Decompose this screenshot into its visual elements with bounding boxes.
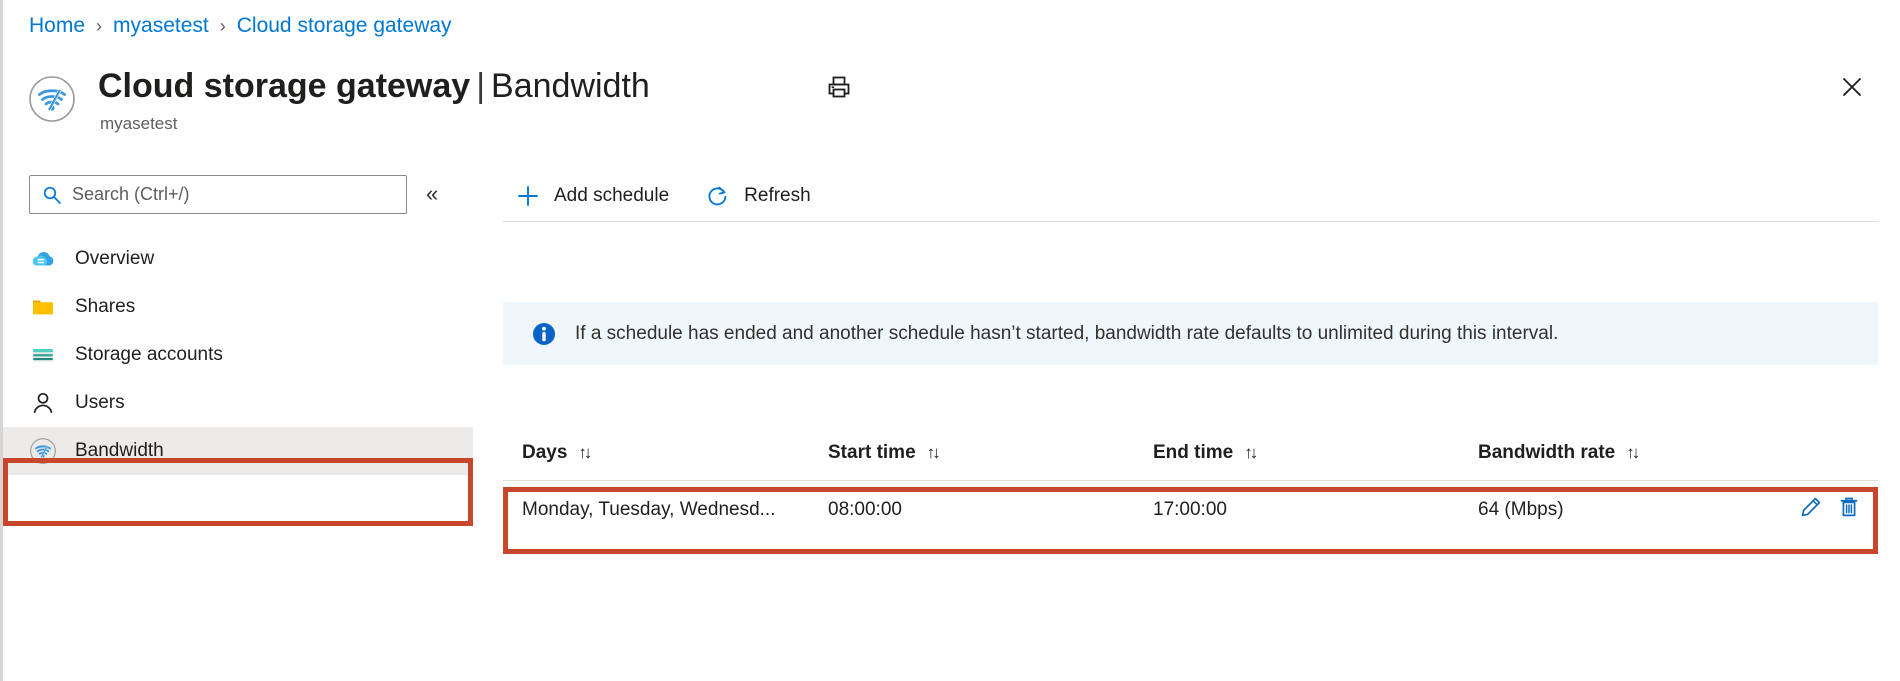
column-header-days[interactable]: Days ↑↓ bbox=[503, 442, 828, 464]
info-banner: If a schedule has ended and another sche… bbox=[503, 302, 1878, 365]
page-subtitle: myasetest bbox=[100, 114, 178, 133]
cell-end-time: 17:00:00 bbox=[1153, 498, 1227, 520]
breadcrumb-item-myasetest[interactable]: myasetest bbox=[113, 13, 209, 39]
table-row[interactable]: Monday, Tuesday, Wednesd... 08:00:00 17:… bbox=[503, 481, 1878, 538]
sidebar-item-label: Users bbox=[75, 392, 125, 413]
plus-icon bbox=[515, 183, 541, 209]
search-box[interactable] bbox=[29, 175, 407, 214]
cell-days: Monday, Tuesday, Wednesd... bbox=[522, 498, 776, 520]
trash-icon bbox=[1837, 495, 1861, 525]
breadcrumb: Home › myasetest › Cloud storage gateway bbox=[29, 13, 452, 39]
column-header-label: Start time bbox=[828, 441, 916, 463]
column-header-bandwidth-rate[interactable]: Bandwidth rate ↑↓ bbox=[1478, 442, 1778, 464]
sidebar-item-label: Shares bbox=[75, 296, 136, 317]
close-button[interactable] bbox=[1833, 70, 1871, 108]
chevron-right-icon: › bbox=[219, 16, 226, 36]
folder-icon bbox=[29, 293, 57, 321]
add-schedule-button[interactable]: Add schedule bbox=[503, 176, 681, 216]
sidebar-item-label: Storage accounts bbox=[75, 344, 223, 365]
cell-bandwidth-rate: 64 (Mbps) bbox=[1478, 498, 1564, 520]
add-schedule-label: Add schedule bbox=[554, 184, 670, 206]
command-bar: Add schedule Refresh bbox=[503, 170, 1878, 222]
sidebar-item-shares[interactable]: Shares bbox=[3, 283, 473, 331]
breadcrumb-item-home[interactable]: Home bbox=[29, 13, 85, 39]
pencil-icon bbox=[1799, 495, 1823, 525]
breadcrumb-item-cloud-storage-gateway[interactable]: Cloud storage gateway bbox=[237, 13, 452, 39]
collapse-sidebar-button[interactable]: « bbox=[426, 178, 438, 210]
sidebar-item-users[interactable]: Users bbox=[3, 379, 473, 427]
table-header-row: Days ↑↓ Start time ↑↓ End time ↑↓ Bandwi… bbox=[503, 425, 1878, 481]
column-header-end-time[interactable]: End time ↑↓ bbox=[1153, 442, 1478, 464]
page-title: Cloud storage gateway | Bandwidth bbox=[98, 64, 650, 108]
chevron-right-icon: › bbox=[96, 16, 103, 36]
storage-account-icon bbox=[29, 341, 57, 369]
cell-start-time: 08:00:00 bbox=[828, 498, 902, 520]
delete-schedule-button[interactable] bbox=[1832, 493, 1866, 527]
user-icon bbox=[29, 389, 57, 417]
sidebar-item-storage-accounts[interactable]: Storage accounts bbox=[3, 331, 473, 379]
cloud-icon bbox=[29, 245, 57, 273]
page-title-section: Bandwidth bbox=[491, 67, 650, 105]
info-icon bbox=[531, 321, 557, 347]
column-header-label: Days bbox=[522, 441, 568, 463]
bandwidth-icon bbox=[29, 437, 57, 465]
azure-portal-blade: Home › myasetest › Cloud storage gateway… bbox=[0, 0, 1900, 681]
page-title-resource: Cloud storage gateway bbox=[98, 67, 471, 105]
sidebar-item-overview[interactable]: Overview bbox=[3, 235, 473, 283]
cloud-storage-gateway-icon bbox=[27, 74, 77, 124]
edit-schedule-button[interactable] bbox=[1794, 493, 1828, 527]
info-banner-message: If a schedule has ended and another sche… bbox=[575, 322, 1559, 344]
sidebar-item-label: Bandwidth bbox=[75, 440, 164, 461]
print-button[interactable] bbox=[820, 70, 858, 108]
sidebar-nav: Overview Shares Storage accounts Users B… bbox=[3, 235, 473, 475]
column-header-label: End time bbox=[1153, 441, 1234, 463]
sidebar-item-label: Overview bbox=[75, 248, 155, 269]
bandwidth-schedule-table: Days ↑↓ Start time ↑↓ End time ↑↓ Bandwi… bbox=[503, 425, 1878, 538]
column-header-label: Bandwidth rate bbox=[1478, 441, 1616, 463]
search-input[interactable] bbox=[72, 184, 372, 205]
sort-icon: ↑↓ bbox=[1626, 442, 1640, 462]
sort-icon: ↑↓ bbox=[578, 442, 592, 462]
refresh-icon bbox=[705, 183, 731, 209]
sort-icon: ↑↓ bbox=[926, 442, 941, 462]
cell-actions bbox=[1778, 493, 1878, 527]
print-icon bbox=[826, 74, 852, 105]
page-title-separator: | bbox=[476, 67, 486, 105]
close-icon bbox=[1840, 75, 1864, 104]
search-icon bbox=[42, 185, 62, 205]
sidebar-item-bandwidth[interactable]: Bandwidth bbox=[3, 427, 473, 475]
refresh-label: Refresh bbox=[744, 184, 811, 206]
column-header-start-time[interactable]: Start time ↑↓ bbox=[828, 442, 1153, 464]
refresh-button[interactable]: Refresh bbox=[693, 176, 823, 216]
sort-icon: ↑↓ bbox=[1244, 442, 1258, 462]
